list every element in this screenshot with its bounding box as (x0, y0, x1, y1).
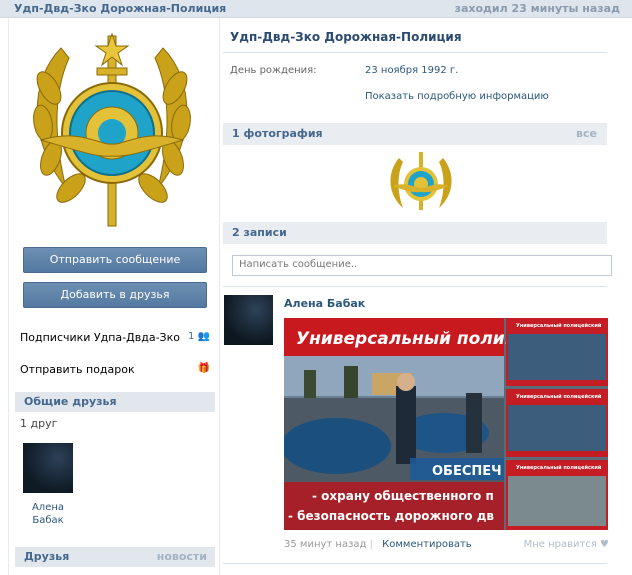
post-image-text-2: - охрану общественного п (312, 489, 494, 503)
post-author-name[interactable]: Алена Бабак (284, 297, 365, 310)
friend-name-link[interactable]: Алена Бабак (19, 501, 77, 527)
top-bar: Удп-Двд-Зко Дорожная-Полиция заходил 23 … (0, 0, 632, 18)
birthday-value[interactable]: 23 ноября 1992 г. (365, 65, 458, 76)
send-gift-label: Отправить подарок (20, 363, 135, 376)
side-thumb-caption-1: Универсальный полицейский (516, 322, 602, 329)
left-column: Отправить сообщение Добавить в друзья По… (8, 18, 220, 575)
friends-header[interactable]: Друзья новости (15, 547, 215, 567)
send-message-button[interactable]: Отправить сообщение (23, 247, 207, 273)
post-image-text-1: ОБЕСПЕЧ (432, 464, 502, 479)
post-meta: 35 минут назад | Комментировать (284, 539, 472, 550)
wall-title: 2 записи (232, 226, 287, 239)
wall-header[interactable]: 2 записи (223, 222, 607, 244)
divider (223, 286, 607, 287)
add-friend-button[interactable]: Добавить в друзья (23, 282, 207, 308)
common-friends-header[interactable]: Общие друзья (15, 392, 215, 412)
post-author-avatar[interactable] (224, 295, 273, 345)
photos-header[interactable]: 1 фотография все (223, 123, 607, 145)
side-thumb-caption-2: Универсальный полицейский (516, 393, 602, 400)
subscribers-label: Подписчики Удпа-Двда-Зко (20, 331, 180, 344)
wall-post-input[interactable]: Написать сообщение.. (232, 255, 612, 276)
police-emblem-icon (33, 32, 191, 227)
common-friends-title: Общие друзья (24, 395, 117, 408)
friends-title: Друзья (24, 550, 70, 563)
police-emblem-icon (390, 152, 452, 210)
photo-thumbnail[interactable] (385, 150, 457, 212)
gift-icon: 🎁 (197, 363, 210, 374)
photos-title: 1 фотография (232, 127, 323, 140)
divider (223, 563, 607, 564)
common-friends-count: 1 друг (20, 417, 58, 430)
post-time[interactable]: 35 минут назад (284, 539, 366, 550)
show-details-link[interactable]: Показать подробную информацию (365, 91, 549, 102)
like-button[interactable]: Мне нравится ♥ (524, 539, 609, 550)
post-image-text-3: - безопасность дорожного дв (288, 509, 494, 523)
heart-icon: ♥ (600, 539, 609, 550)
profile-avatar[interactable] (21, 28, 203, 228)
page-title: Удп-Двд-Зко Дорожная-Полиция (230, 30, 462, 44)
post-image-graphic: Универсальный полицейс ОБЕСПЕЧ - охрану … (284, 318, 608, 530)
comment-link[interactable]: Комментировать (382, 539, 472, 550)
last-seen-status: заходил 23 минуты назад (454, 2, 620, 15)
like-label: Мне нравится (523, 539, 597, 550)
birthday-label: День рождения: (230, 65, 317, 76)
divider (223, 52, 607, 53)
photos-all-link[interactable]: все (576, 127, 597, 140)
right-column: Удп-Двд-Зко Дорожная-Полиция День рожден… (223, 18, 632, 575)
friend-avatar[interactable] (23, 443, 73, 493)
post-image[interactable]: Универсальный полицейс ОБЕСПЕЧ - охрану … (284, 318, 608, 530)
subscribers-count: 1 👥 (187, 331, 210, 342)
subscribers-link[interactable]: Подписчики Удпа-Двда-Зко 1 👥 (20, 331, 210, 344)
people-icon: 👥 (197, 331, 210, 342)
side-thumb-caption-3: Универсальный полицейский (516, 464, 602, 471)
friends-news-link[interactable]: новости (157, 550, 207, 563)
send-gift-link[interactable]: Отправить подарок 🎁 (20, 363, 210, 376)
header-user-name[interactable]: Удп-Двд-Зко Дорожная-Полиция (14, 2, 226, 15)
